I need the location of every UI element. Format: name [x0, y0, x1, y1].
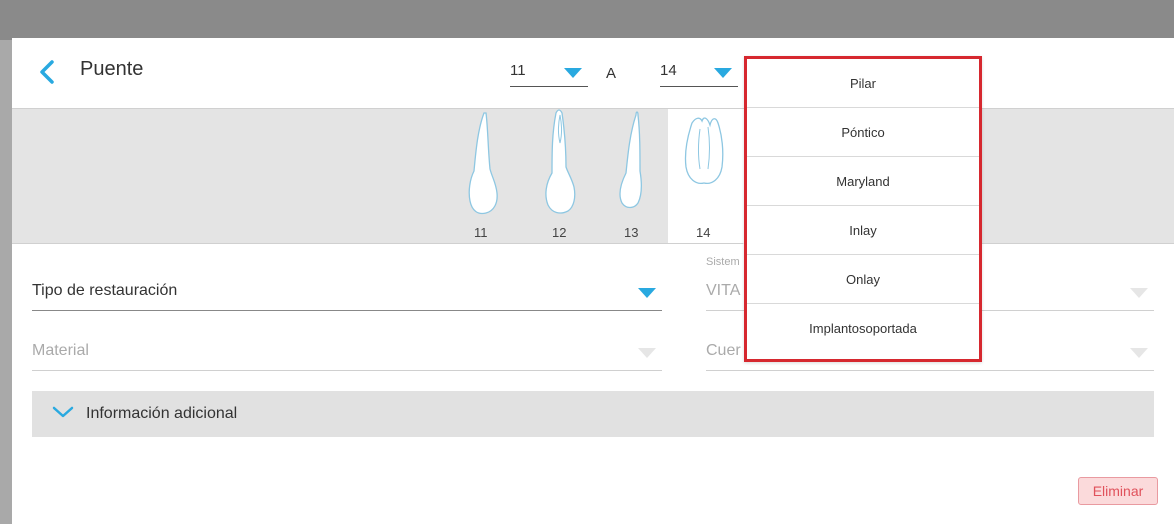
tooth-number: 13	[624, 225, 639, 240]
dialog-title: Puente	[80, 58, 144, 80]
dropdown-item-pontico[interactable]: Póntico	[747, 108, 979, 157]
dropdown-item-pilar[interactable]: Pilar	[747, 59, 979, 108]
tooth-13-icon[interactable]	[614, 109, 650, 219]
tooth-12-icon[interactable]	[540, 109, 580, 219]
range-from-select[interactable]: 11	[510, 60, 588, 87]
tooth-type-dropdown: Pilar Póntico Maryland Inlay Onlay Impla…	[744, 56, 982, 362]
material-select[interactable]: Material	[32, 334, 662, 371]
range-separator: A	[606, 65, 617, 82]
dropdown-item-inlay[interactable]: Inlay	[747, 206, 979, 255]
chevron-down-icon	[638, 288, 656, 298]
additional-info-label: Información adicional	[86, 405, 238, 422]
teeth-selector: 11 12 13 14	[12, 108, 1174, 259]
dropdown-item-onlay[interactable]: Onlay	[747, 255, 979, 304]
chevron-down-icon	[52, 406, 74, 418]
tooth-number: 14	[696, 225, 711, 240]
background-app-header	[0, 0, 1174, 40]
chevron-down-icon	[638, 348, 656, 358]
tooth-14-icon[interactable]	[678, 109, 730, 219]
chevron-down-icon	[564, 68, 582, 78]
tooth-11-icon[interactable]	[464, 109, 504, 219]
chevron-down-icon	[714, 68, 732, 78]
chevron-down-icon	[1130, 348, 1148, 358]
body-shade-label: Cuer	[706, 342, 741, 359]
dropdown-item-maryland[interactable]: Maryland	[747, 157, 979, 206]
additional-info-accordion[interactable]: Información adicional	[32, 391, 1154, 437]
dropdown-item-implantosoportada[interactable]: Implantosoportada	[747, 304, 979, 353]
range-to-value: 14	[660, 62, 677, 79]
bridge-dialog: Puente 11 A 14 11 12 13 14 Tipo de resta…	[12, 38, 1174, 524]
material-label: Material	[32, 342, 89, 359]
restoration-type-label: Tipo de restauración	[32, 282, 178, 299]
range-from-value: 11	[510, 62, 526, 79]
background-app-left	[0, 40, 12, 524]
range-to-select[interactable]: 14	[660, 60, 738, 87]
tooth-number: 11	[474, 225, 488, 240]
chevron-down-icon	[1130, 288, 1148, 298]
back-chevron-icon[interactable]	[34, 58, 62, 86]
shade-system-value: VITA	[706, 282, 741, 299]
restoration-type-select[interactable]: Tipo de restauración	[32, 274, 662, 311]
delete-button[interactable]: Eliminar	[1078, 477, 1158, 505]
tooth-number: 12	[552, 225, 567, 240]
shade-system-label: Sistem	[706, 256, 740, 268]
